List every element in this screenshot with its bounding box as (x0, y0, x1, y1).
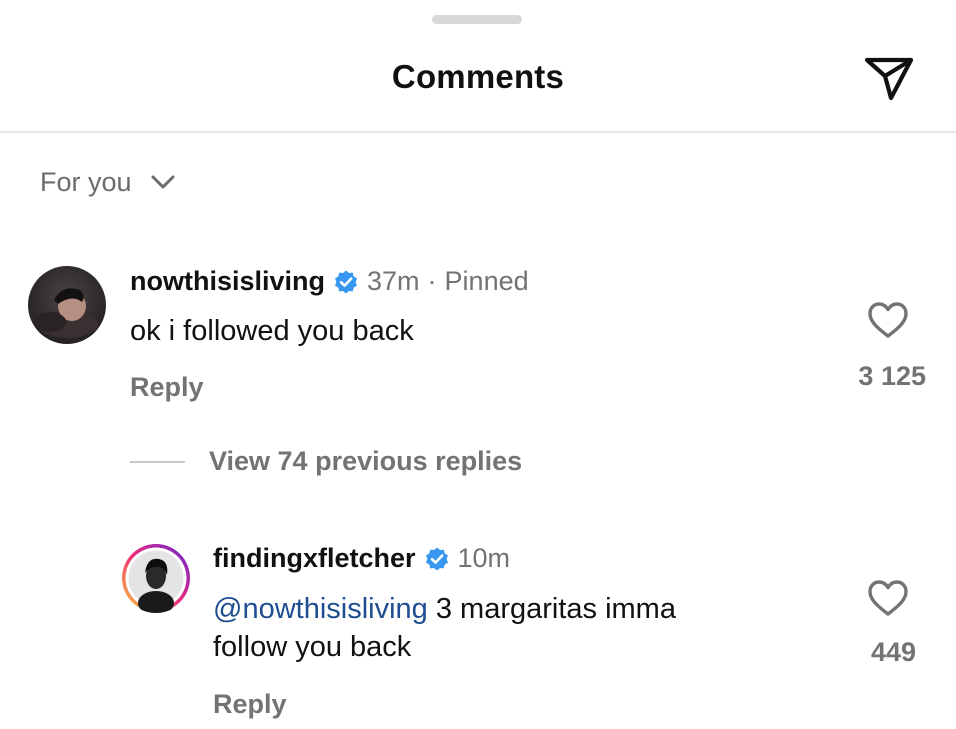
replies-divider-line (130, 460, 185, 463)
username[interactable]: nowthisisliving (130, 266, 325, 297)
send-icon[interactable] (861, 52, 917, 104)
sheet-grabber[interactable] (432, 15, 522, 24)
reply-text-line2: follow you back (213, 631, 412, 663)
comment-time: 37m (367, 266, 420, 296)
comment-text: ok i followed you back (130, 315, 414, 347)
avatar[interactable] (121, 543, 191, 613)
reply-button[interactable]: Reply (213, 689, 287, 720)
like-count: 3 125 (858, 361, 926, 391)
reply-time: 10m (457, 543, 511, 573)
header-divider (0, 131, 956, 133)
sort-dropdown[interactable]: For you (40, 164, 176, 200)
reply-text-line1: 3 margaritas imma (427, 593, 676, 625)
username[interactable]: findingxfletcher (213, 543, 416, 574)
reply-text: @nowthisisliving 3 margaritas imma follo… (213, 590, 676, 666)
comments-sheet: Comments For you nowthisisliving 37m · P… (0, 0, 956, 729)
mention-link[interactable]: @nowthisisliving (213, 593, 428, 625)
like-count: 449 (870, 637, 916, 667)
view-previous-replies-button[interactable]: View 74 previous replies (130, 446, 522, 477)
verified-badge-icon (335, 270, 358, 293)
pinned-label: Pinned (444, 266, 529, 296)
view-replies-label: View 74 previous replies (209, 446, 523, 476)
comment-header: nowthisisliving 37m · Pinned (130, 266, 529, 297)
heart-outline-icon[interactable] (866, 578, 910, 618)
heart-outline-icon[interactable] (866, 300, 910, 340)
page-title: Comments (391, 58, 565, 95)
reply-header: findingxfletcher 10m (213, 543, 510, 574)
reply-button[interactable]: Reply (130, 372, 204, 403)
meta-separator: · (427, 266, 437, 296)
chevron-down-icon (151, 175, 175, 189)
avatar[interactable] (28, 266, 106, 344)
verified-badge-icon (425, 547, 448, 570)
sort-label: For you (40, 166, 132, 197)
